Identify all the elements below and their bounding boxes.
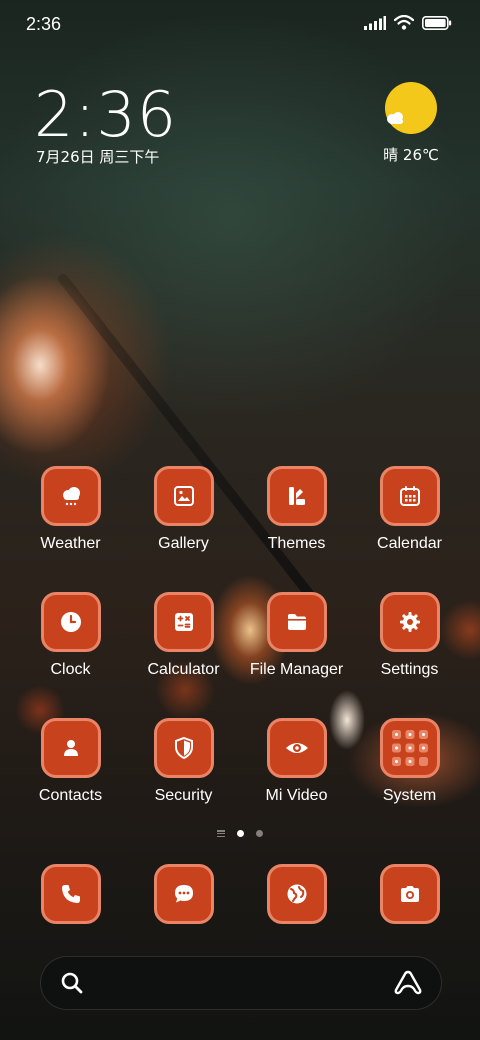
app-label: Mi Video bbox=[265, 787, 328, 804]
status-icons bbox=[364, 15, 452, 30]
battery-icon bbox=[422, 15, 452, 30]
app-clock[interactable]: Clock bbox=[14, 592, 127, 679]
status-time: 2:36 bbox=[26, 14, 62, 34]
app-label: System bbox=[382, 787, 437, 804]
weather-icon bbox=[40, 466, 101, 526]
eye-icon bbox=[266, 718, 327, 778]
folder-system[interactable]: System bbox=[353, 718, 466, 805]
browser-icon bbox=[266, 864, 327, 924]
folder-grid-icon bbox=[379, 718, 440, 778]
app-label: Security bbox=[154, 787, 213, 804]
clock-widget-time[interactable]: 2:36 bbox=[34, 78, 177, 151]
app-label: Settings bbox=[380, 661, 439, 678]
sunny-cloud-icon bbox=[385, 82, 437, 134]
clock-icon bbox=[40, 592, 101, 652]
dock-camera[interactable] bbox=[353, 864, 466, 924]
weather-text: 晴 26℃ bbox=[383, 146, 439, 164]
app-label: Calendar bbox=[377, 535, 442, 552]
signal-icon bbox=[364, 15, 386, 30]
phone-icon bbox=[40, 864, 101, 924]
app-label: Weather bbox=[40, 535, 101, 552]
gallery-icon bbox=[153, 466, 214, 526]
weather-widget[interactable]: 晴 26℃ bbox=[376, 82, 446, 165]
app-mi-video[interactable]: Mi Video bbox=[240, 718, 353, 805]
calendar-icon bbox=[379, 466, 440, 526]
dock-phone[interactable] bbox=[14, 864, 127, 924]
page-indicator[interactable] bbox=[0, 830, 480, 837]
app-label: Contacts bbox=[38, 787, 103, 804]
app-label: Calculator bbox=[147, 661, 220, 678]
camera-icon bbox=[379, 864, 440, 924]
app-contacts[interactable]: Contacts bbox=[14, 718, 127, 805]
contacts-icon bbox=[40, 718, 101, 778]
dock-browser[interactable] bbox=[240, 864, 353, 924]
app-label: File Manager bbox=[249, 661, 344, 678]
gear-icon bbox=[379, 592, 440, 652]
search-icon bbox=[61, 972, 83, 994]
app-settings[interactable]: Settings bbox=[353, 592, 466, 679]
clock-widget-date: 7月26日 周三下午 bbox=[36, 148, 160, 166]
app-weather[interactable]: Weather bbox=[14, 466, 127, 553]
search-bar[interactable] bbox=[40, 956, 442, 1010]
themes-icon bbox=[266, 466, 327, 526]
status-bar: 2:36 bbox=[0, 0, 480, 50]
app-label: Clock bbox=[50, 661, 91, 678]
feed-indicator-icon bbox=[217, 830, 225, 837]
dock-messages[interactable] bbox=[127, 864, 240, 924]
ai-assistant-icon[interactable] bbox=[393, 969, 423, 997]
message-icon bbox=[153, 864, 214, 924]
calculator-icon bbox=[153, 592, 214, 652]
app-security[interactable]: Security bbox=[127, 718, 240, 805]
app-file-manager[interactable]: File Manager bbox=[240, 592, 353, 679]
wallpaper-cable bbox=[56, 271, 329, 617]
app-calendar[interactable]: Calendar bbox=[353, 466, 466, 553]
folder-icon bbox=[266, 592, 327, 652]
app-themes[interactable]: Themes bbox=[240, 466, 353, 553]
wifi-icon bbox=[394, 15, 414, 30]
app-calculator[interactable]: Calculator bbox=[127, 592, 240, 679]
page-dot-active bbox=[237, 830, 244, 837]
page-dot bbox=[256, 830, 263, 837]
app-gallery[interactable]: Gallery bbox=[127, 466, 240, 553]
app-label: Gallery bbox=[158, 535, 209, 552]
shield-icon bbox=[153, 718, 214, 778]
app-label: Themes bbox=[267, 535, 326, 552]
